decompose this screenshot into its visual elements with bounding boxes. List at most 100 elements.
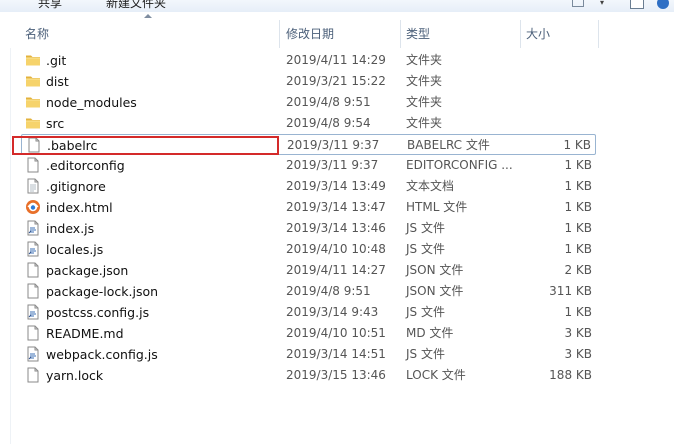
file-name: index.js — [46, 221, 95, 236]
file-size: 3 KB — [564, 326, 592, 340]
file-size: 188 KB — [549, 368, 592, 382]
script-file-icon — [25, 346, 41, 362]
file-row[interactable]: index.html 2019/3/14 13:47 HTML 文件 1 KB — [21, 197, 596, 218]
column-header-name[interactable]: 名称 — [25, 24, 49, 44]
file-name: yarn.lock — [46, 368, 104, 383]
file-modified-date: 2019/3/14 14:51 — [286, 347, 386, 361]
column-divider[interactable] — [520, 20, 521, 48]
file-row[interactable]: package-lock.json 2019/4/8 9:51 JSON 文件 311… — [21, 281, 596, 302]
file-modified-date: 2019/3/15 13:46 — [286, 368, 386, 382]
file-row-selected[interactable]: .babelrc 2019/3/11 9:37 BABELRC 文件 1 KB — [21, 134, 596, 155]
folder-icon — [25, 115, 41, 131]
file-size: 3 KB — [564, 347, 592, 361]
file-size: 1 KB — [564, 305, 592, 319]
file-row[interactable]: package.json 2019/4/11 14:27 JSON 文件 2 KB — [21, 260, 596, 281]
browser-file-icon — [25, 199, 41, 215]
file-modified-date: 2019/3/14 13:47 — [286, 200, 386, 214]
file-name: src — [46, 116, 65, 131]
file-modified-date: 2019/3/11 9:37 — [287, 138, 380, 152]
file-row[interactable]: src 2019/4/8 9:54 文件夹 — [21, 113, 596, 134]
file-modified-date: 2019/3/14 13:49 — [286, 179, 386, 193]
column-header-type[interactable]: 类型 — [406, 24, 430, 44]
file-modified-date: 2019/4/8 9:54 — [286, 116, 371, 130]
file-type: JS 文件 — [406, 305, 445, 319]
view-options-icon[interactable] — [572, 0, 584, 7]
file-modified-date: 2019/4/8 9:51 — [286, 95, 371, 109]
file-row[interactable]: locales.js 2019/4/10 10:48 JS 文件 1 KB — [21, 239, 596, 260]
script-file-icon — [25, 220, 41, 236]
file-row[interactable]: dist 2019/3/21 15:22 文件夹 — [21, 71, 596, 92]
blank-file-icon — [25, 325, 41, 341]
file-type: MD 文件 — [406, 326, 454, 340]
file-name: README.md — [46, 326, 124, 341]
file-row[interactable]: node_modules 2019/4/8 9:51 文件夹 — [21, 92, 596, 113]
help-icon[interactable] — [657, 0, 669, 9]
file-modified-date: 2019/4/10 10:51 — [286, 326, 386, 340]
blank-file-icon — [25, 283, 41, 299]
file-type: EDITORCONFIG ... — [406, 158, 513, 172]
file-name: index.html — [46, 200, 113, 215]
file-size: 1 KB — [564, 221, 592, 235]
chevron-down-icon[interactable]: ▾ — [600, 0, 604, 7]
column-divider[interactable] — [598, 20, 599, 48]
file-name: webpack.config.js — [46, 347, 158, 362]
file-modified-date: 2019/3/21 15:22 — [286, 74, 386, 88]
file-type: 文件夹 — [406, 95, 443, 109]
file-modified-date: 2019/4/11 14:27 — [286, 263, 386, 277]
file-row[interactable]: README.md 2019/4/10 10:51 MD 文件 3 KB — [21, 323, 596, 344]
file-size: 1 KB — [564, 179, 592, 193]
file-type: JS 文件 — [406, 221, 445, 235]
file-name: locales.js — [46, 242, 104, 257]
folder-icon — [25, 94, 41, 110]
file-type: LOCK 文件 — [406, 368, 466, 382]
column-header-date[interactable]: 修改日期 — [286, 24, 334, 44]
file-type: JSON 文件 — [406, 263, 464, 277]
file-name: postcss.config.js — [46, 305, 150, 320]
blank-file-icon — [25, 262, 41, 278]
file-type: 文件夹 — [406, 53, 443, 67]
file-row[interactable]: index.js 2019/3/14 13:46 JS 文件 1 KB — [21, 218, 596, 239]
blank-file-icon — [26, 137, 42, 153]
file-modified-date: 2019/3/14 13:46 — [286, 221, 386, 235]
file-row[interactable]: .editorconfig 2019/3/11 9:37 EDITORCONFIG … — [21, 155, 596, 176]
file-row[interactable]: webpack.config.js 2019/3/14 14:51 JS 文件 3 K… — [21, 344, 596, 365]
file-type: 文本文档 — [406, 179, 455, 193]
text-file-icon — [25, 178, 41, 194]
column-divider[interactable] — [279, 20, 280, 48]
column-header-size[interactable]: 大小 — [526, 24, 550, 44]
share-button[interactable]: 共享 — [38, 0, 62, 11]
folder-icon — [25, 52, 41, 68]
file-modified-date: 2019/4/11 14:29 — [286, 53, 386, 67]
file-type: 文件夹 — [406, 116, 443, 130]
blank-file-icon — [25, 157, 41, 173]
file-type: 文件夹 — [406, 74, 443, 88]
file-row[interactable]: .gitignore 2019/3/14 13:49 文本文档 1 KB — [21, 176, 596, 197]
file-type: BABELRC 文件 — [407, 138, 490, 152]
navigation-pane-edge — [10, 48, 11, 444]
file-type: JS 文件 — [406, 242, 445, 256]
preview-pane-icon[interactable] — [630, 0, 644, 9]
file-size: 1 KB — [563, 138, 591, 152]
file-size: 2 KB — [564, 263, 592, 277]
file-name: package.json — [46, 263, 129, 278]
file-type: HTML 文件 — [406, 200, 468, 214]
file-row[interactable]: yarn.lock 2019/3/15 13:46 LOCK 文件 188 KB — [21, 365, 596, 386]
column-header-bar: 名称 修改日期 类型 大小 — [0, 12, 674, 48]
file-name: .babelrc — [47, 138, 98, 153]
blank-file-icon — [25, 367, 41, 383]
file-row[interactable]: .git 2019/4/11 14:29 文件夹 — [21, 50, 596, 71]
sort-ascending-icon — [144, 14, 152, 18]
script-file-icon — [25, 304, 41, 320]
file-name: dist — [46, 74, 69, 89]
file-name: .gitignore — [46, 179, 106, 194]
file-size: 1 KB — [564, 242, 592, 256]
column-divider[interactable] — [400, 20, 401, 48]
new-folder-button[interactable]: 新建文件夹 — [106, 0, 166, 11]
file-name: package-lock.json — [46, 284, 159, 299]
file-type: JSON 文件 — [406, 284, 464, 298]
folder-icon — [25, 73, 41, 89]
file-name: .editorconfig — [46, 158, 125, 173]
file-size: 1 KB — [564, 200, 592, 214]
file-name: node_modules — [46, 95, 137, 110]
file-row[interactable]: postcss.config.js 2019/3/14 9:43 JS 文件 1 KB — [21, 302, 596, 323]
